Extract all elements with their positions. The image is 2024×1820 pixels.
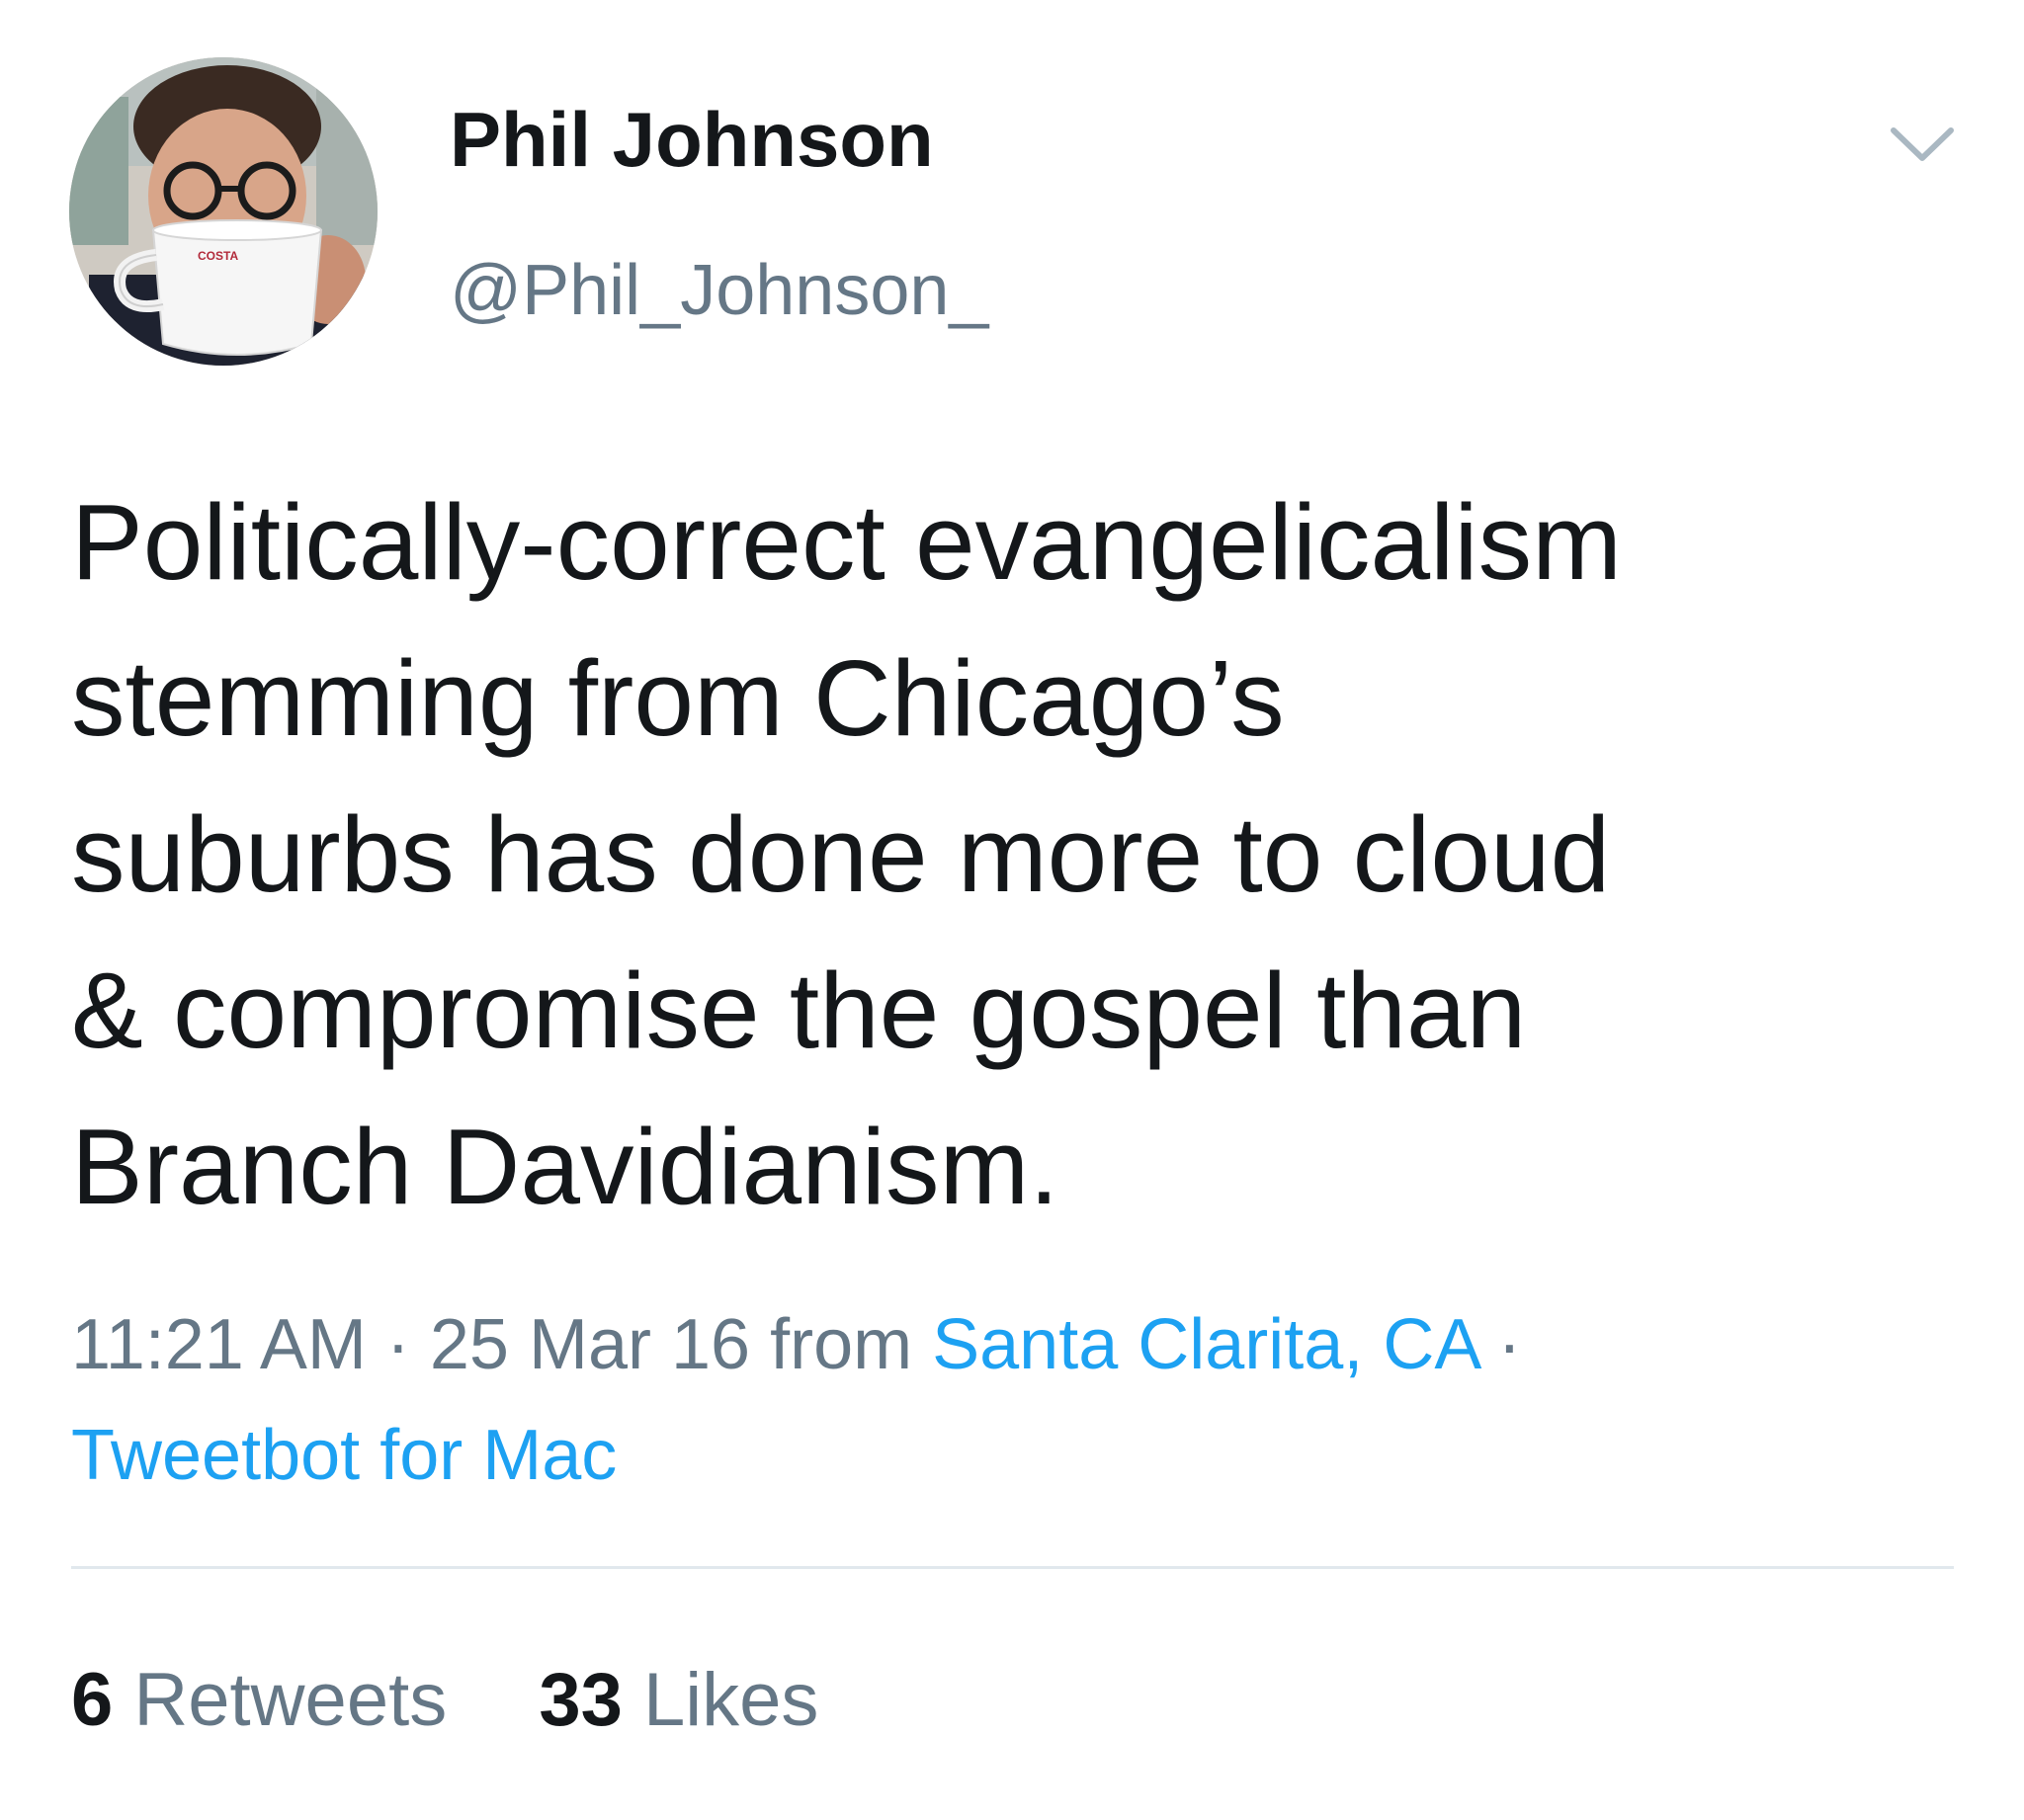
tweet-meta: 11:21 AM · 25 Mar 16 from Santa Clarita,… (71, 1289, 1949, 1511)
avatar-photo: COSTA (69, 57, 378, 366)
tweet-date[interactable]: 25 Mar 16 (430, 1305, 750, 1384)
tweet-client-link[interactable]: Tweetbot for Mac (71, 1416, 617, 1495)
author-handle[interactable]: @Phil_Johnson_ (450, 255, 988, 326)
likes-label: Likes (643, 1658, 819, 1742)
meta-separator-2: · (1497, 1305, 1522, 1384)
likes-count: 33 (539, 1658, 623, 1742)
likes-stat[interactable]: 33 Likes (539, 1663, 818, 1738)
tweet-detail: COSTA Phil Johnson @Phil_Johnson_ Politi… (0, 0, 2024, 1820)
retweets-stat[interactable]: 6 Retweets (71, 1663, 447, 1738)
tweet-text: Politically-correct evangelicalism stemm… (71, 482, 1622, 1227)
chevron-down-icon[interactable] (1888, 121, 1957, 170)
retweets-label: Retweets (133, 1658, 448, 1742)
retweets-count: 6 (71, 1658, 114, 1742)
tweet-location-link[interactable]: Santa Clarita, CA (932, 1305, 1477, 1384)
meta-separator: · (385, 1305, 410, 1384)
tweet-time[interactable]: 11:21 AM (71, 1305, 367, 1384)
cup-logo-text: COSTA (198, 249, 238, 263)
avatar[interactable]: COSTA (69, 57, 378, 366)
divider (71, 1566, 1954, 1569)
tweet-stats: 6 Retweets 33 Likes (71, 1663, 889, 1738)
from-label: from (770, 1305, 913, 1384)
author-name[interactable]: Phil Johnson (450, 101, 934, 178)
